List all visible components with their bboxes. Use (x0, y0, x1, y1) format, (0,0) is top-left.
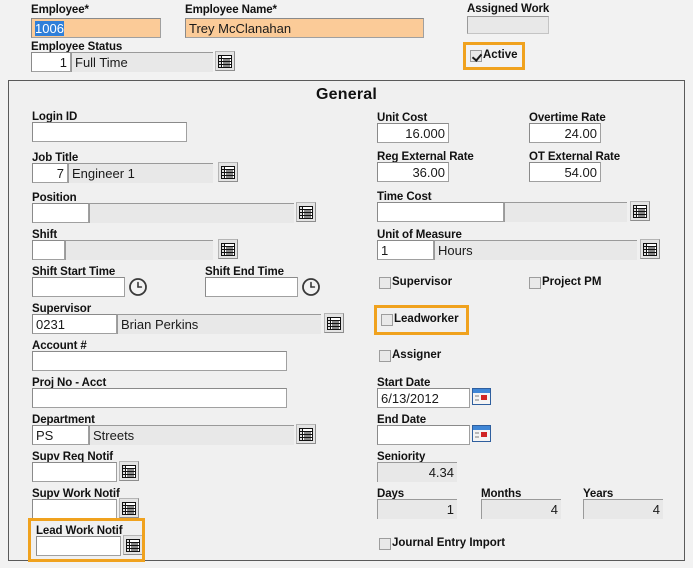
employee-name-input[interactable]: Trey McClanahan (185, 18, 424, 38)
journal-entry-import-checkbox-label: Journal Entry Import (392, 537, 506, 549)
lookup-grid-icon (122, 464, 136, 478)
lead-work-notif-input[interactable] (36, 536, 121, 556)
journal-entry-import-checkbox[interactable]: Journal Entry Import (379, 537, 505, 550)
account-number-input[interactable] (32, 351, 287, 371)
time-cost-lookup-button[interactable] (630, 201, 650, 221)
supv-work-notif-lookup-button[interactable] (119, 498, 139, 518)
unit-of-measure-code-input[interactable]: 1 (377, 240, 434, 260)
proj-no-acct-input[interactable] (32, 388, 287, 408)
lookup-grid-icon (643, 242, 657, 256)
supervisor-code-input[interactable]: 0231 (32, 314, 117, 334)
job-title-lookup-button[interactable] (218, 162, 238, 182)
active-checkbox-box[interactable] (470, 49, 482, 62)
journal-entry-import-checkbox-box[interactable] (379, 537, 391, 550)
assigner-checkbox-label: Assigner (392, 349, 442, 361)
time-cost-code-input[interactable] (377, 202, 504, 222)
supervisor-checkbox-label: Supervisor (392, 276, 453, 288)
supervisor-checkbox[interactable]: Supervisor (379, 276, 452, 289)
clock-icon (129, 278, 147, 296)
assigned-work-input (467, 16, 549, 34)
assigner-checkbox[interactable]: Assigner (379, 349, 441, 362)
lookup-grid-icon (218, 54, 232, 68)
shift-end-time-clock-button[interactable] (301, 277, 321, 297)
employee-name-label: Employee Name* (185, 4, 277, 16)
job-title-desc: Engineer 1 (68, 163, 213, 183)
start-date-calendar-button[interactable] (472, 388, 491, 405)
reg-external-rate-input[interactable]: 36.00 (377, 162, 449, 182)
employee-status-desc: Full Time (71, 52, 213, 72)
shift-code-input[interactable] (32, 240, 65, 260)
lookup-grid-icon (126, 538, 140, 552)
overtime-rate-input[interactable]: 24.00 (529, 123, 601, 143)
supv-work-notif-input[interactable] (32, 499, 117, 519)
leadworker-checkbox-box[interactable] (381, 313, 393, 326)
position-lookup-button[interactable] (296, 202, 316, 222)
leadworker-checkbox[interactable]: Leadworker (381, 313, 459, 326)
general-panel-title: General (316, 86, 377, 103)
login-id-input[interactable] (32, 122, 187, 142)
shift-lookup-button[interactable] (218, 239, 238, 259)
position-desc (89, 203, 294, 223)
shift-end-time-input[interactable] (205, 277, 298, 297)
unit-of-measure-lookup-button[interactable] (640, 239, 660, 259)
project-pm-checkbox-label: Project PM (542, 276, 602, 288)
project-pm-checkbox[interactable]: Project PM (529, 276, 601, 289)
lead-work-notif-lookup-button[interactable] (123, 535, 143, 555)
department-lookup-button[interactable] (296, 424, 316, 444)
calendar-icon (472, 388, 491, 405)
lookup-grid-icon (299, 205, 313, 219)
department-code-input[interactable]: PS (32, 425, 89, 445)
seniority-value: 4.34 (377, 462, 457, 482)
supv-req-notif-input[interactable] (32, 462, 117, 482)
lookup-grid-icon (122, 501, 136, 515)
supervisor-checkbox-box[interactable] (379, 276, 391, 289)
assigner-checkbox-box[interactable] (379, 349, 391, 362)
employee-label: Employee* (31, 4, 89, 16)
shift-desc (65, 240, 213, 260)
assigned-work-label: Assigned Work (467, 3, 550, 15)
calendar-icon (472, 425, 491, 442)
time-cost-desc (504, 202, 627, 222)
end-date-input[interactable] (377, 425, 470, 445)
active-checkbox[interactable]: Active (470, 49, 518, 62)
ot-external-rate-input[interactable]: 54.00 (529, 162, 601, 182)
supv-req-notif-lookup-button[interactable] (119, 461, 139, 481)
days-value: 1 (377, 499, 457, 519)
supervisor-desc: Brian Perkins (117, 314, 321, 334)
employee-status-lookup-button[interactable] (215, 51, 235, 71)
lookup-grid-icon (299, 427, 313, 441)
lookup-grid-icon (221, 165, 235, 179)
employee-input[interactable]: 1006 (31, 18, 161, 38)
employee-status-code-input[interactable]: 1 (31, 52, 71, 72)
department-desc: Streets (89, 425, 294, 445)
clock-icon (302, 278, 320, 296)
unit-of-measure-desc: Hours (434, 240, 637, 260)
active-checkbox-label: Active (483, 49, 518, 61)
position-code-input[interactable] (32, 203, 89, 223)
employee-general-form: Employee* 1006 Employee Name* Trey McCla… (0, 0, 693, 568)
employee-value: 1006 (35, 21, 64, 36)
project-pm-checkbox-box[interactable] (529, 276, 541, 289)
supervisor-lookup-button[interactable] (324, 313, 344, 333)
shift-start-time-input[interactable] (32, 277, 125, 297)
start-date-input[interactable]: 6/13/2012 (377, 388, 470, 408)
shift-start-time-clock-button[interactable] (128, 277, 148, 297)
job-title-code-input[interactable]: 7 (32, 163, 68, 183)
years-value: 4 (583, 499, 663, 519)
unit-cost-input[interactable]: 16.000 (377, 123, 449, 143)
leadworker-checkbox-label: Leadworker (394, 313, 459, 325)
months-value: 4 (481, 499, 561, 519)
lookup-grid-icon (221, 242, 235, 256)
lookup-grid-icon (633, 204, 647, 218)
lookup-grid-icon (327, 316, 341, 330)
end-date-calendar-button[interactable] (472, 425, 491, 442)
